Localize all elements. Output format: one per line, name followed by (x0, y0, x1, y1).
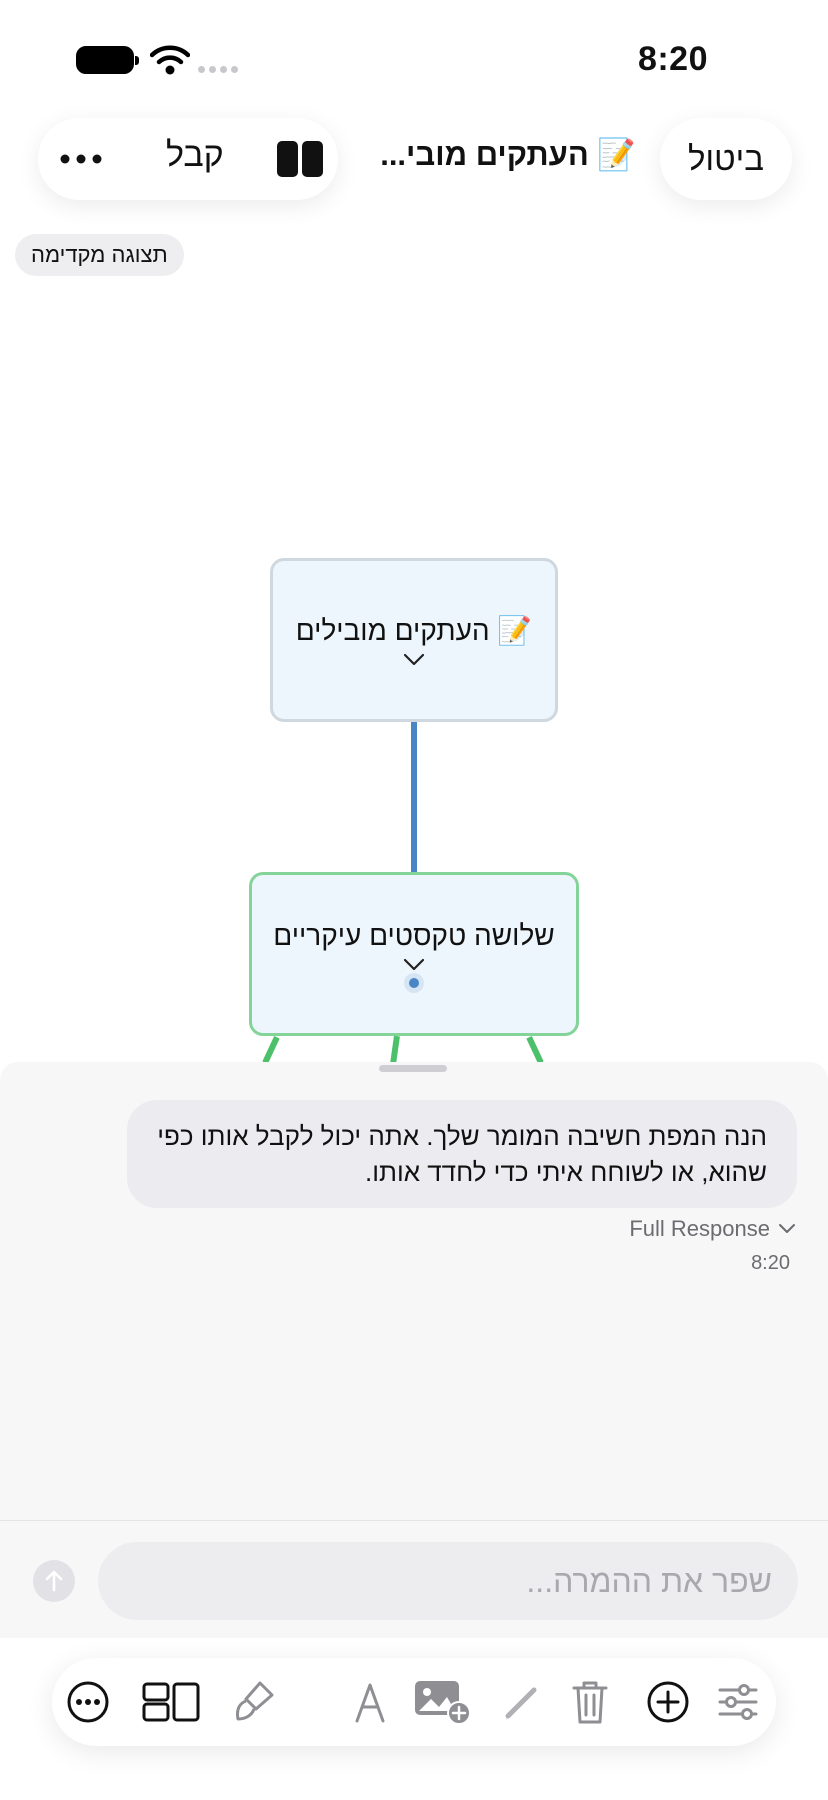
document-title: 📝 העתקים מובי... (380, 137, 636, 172)
accept-button[interactable]: קבל (166, 136, 224, 175)
mindmap-child-node[interactable]: שלושה טקסטים עיקריים (249, 872, 579, 1036)
sheet-grabber[interactable] (379, 1065, 447, 1072)
brush-icon[interactable] (228, 1676, 280, 1728)
status-bar: 8:20 (0, 0, 828, 110)
add-circle-icon[interactable] (642, 1676, 694, 1728)
layout-icon[interactable] (140, 1676, 202, 1728)
mindmap-connector (411, 722, 417, 874)
mindmap-root-node[interactable]: 📝 העתקים מובילים (270, 558, 558, 722)
mindmap-canvas[interactable]: 📝 העתקים מובילים שלושה טקסטים עיקריים (0, 280, 828, 1065)
more-options-button[interactable] (58, 138, 104, 180)
text-style-icon[interactable] (344, 1676, 396, 1728)
cellular-signal-icon (198, 66, 238, 73)
full-response-toggle[interactable]: Full Response (629, 1216, 796, 1242)
mindmap-branch-right (526, 1036, 544, 1064)
chevron-down-icon (779, 1224, 795, 1233)
divider (0, 1520, 828, 1521)
add-image-icon[interactable] (412, 1676, 472, 1728)
refine-input[interactable] (98, 1542, 798, 1620)
more-circle-icon[interactable] (62, 1676, 114, 1728)
assistant-message: הנה המפת חשיבה המומר שלך. אתה יכול לקבל … (127, 1100, 797, 1208)
pencil-icon[interactable] (496, 1676, 548, 1728)
chevron-down-icon[interactable] (403, 958, 425, 972)
sliders-icon[interactable] (712, 1676, 764, 1728)
wifi-icon (150, 45, 190, 75)
header-actions-pill: קבל (38, 118, 338, 200)
preview-badge: תצוגה מקדימה (15, 234, 184, 276)
child-node-label: שלושה טקסטים עיקריים (273, 920, 555, 951)
battery-icon (76, 46, 139, 74)
bottom-toolbar (52, 1658, 776, 1746)
send-button[interactable] (33, 1560, 75, 1602)
mindmap-branch-center (390, 1035, 400, 1065)
root-node-label: 📝 העתקים מובילים (295, 614, 533, 646)
mindmap-branch-left (262, 1036, 280, 1064)
ellipsis-icon (60, 154, 102, 164)
arrow-up-icon (45, 1570, 63, 1592)
cancel-button[interactable]: ביטול (660, 118, 792, 200)
connection-handle[interactable] (409, 978, 419, 988)
status-time: 8:20 (637, 40, 708, 78)
message-timestamp: 8:20 (751, 1252, 790, 1274)
trash-icon[interactable] (564, 1676, 616, 1728)
split-view-icon[interactable] (276, 140, 324, 178)
full-response-label: Full Response (629, 1216, 770, 1241)
chevron-down-icon[interactable] (403, 653, 425, 667)
